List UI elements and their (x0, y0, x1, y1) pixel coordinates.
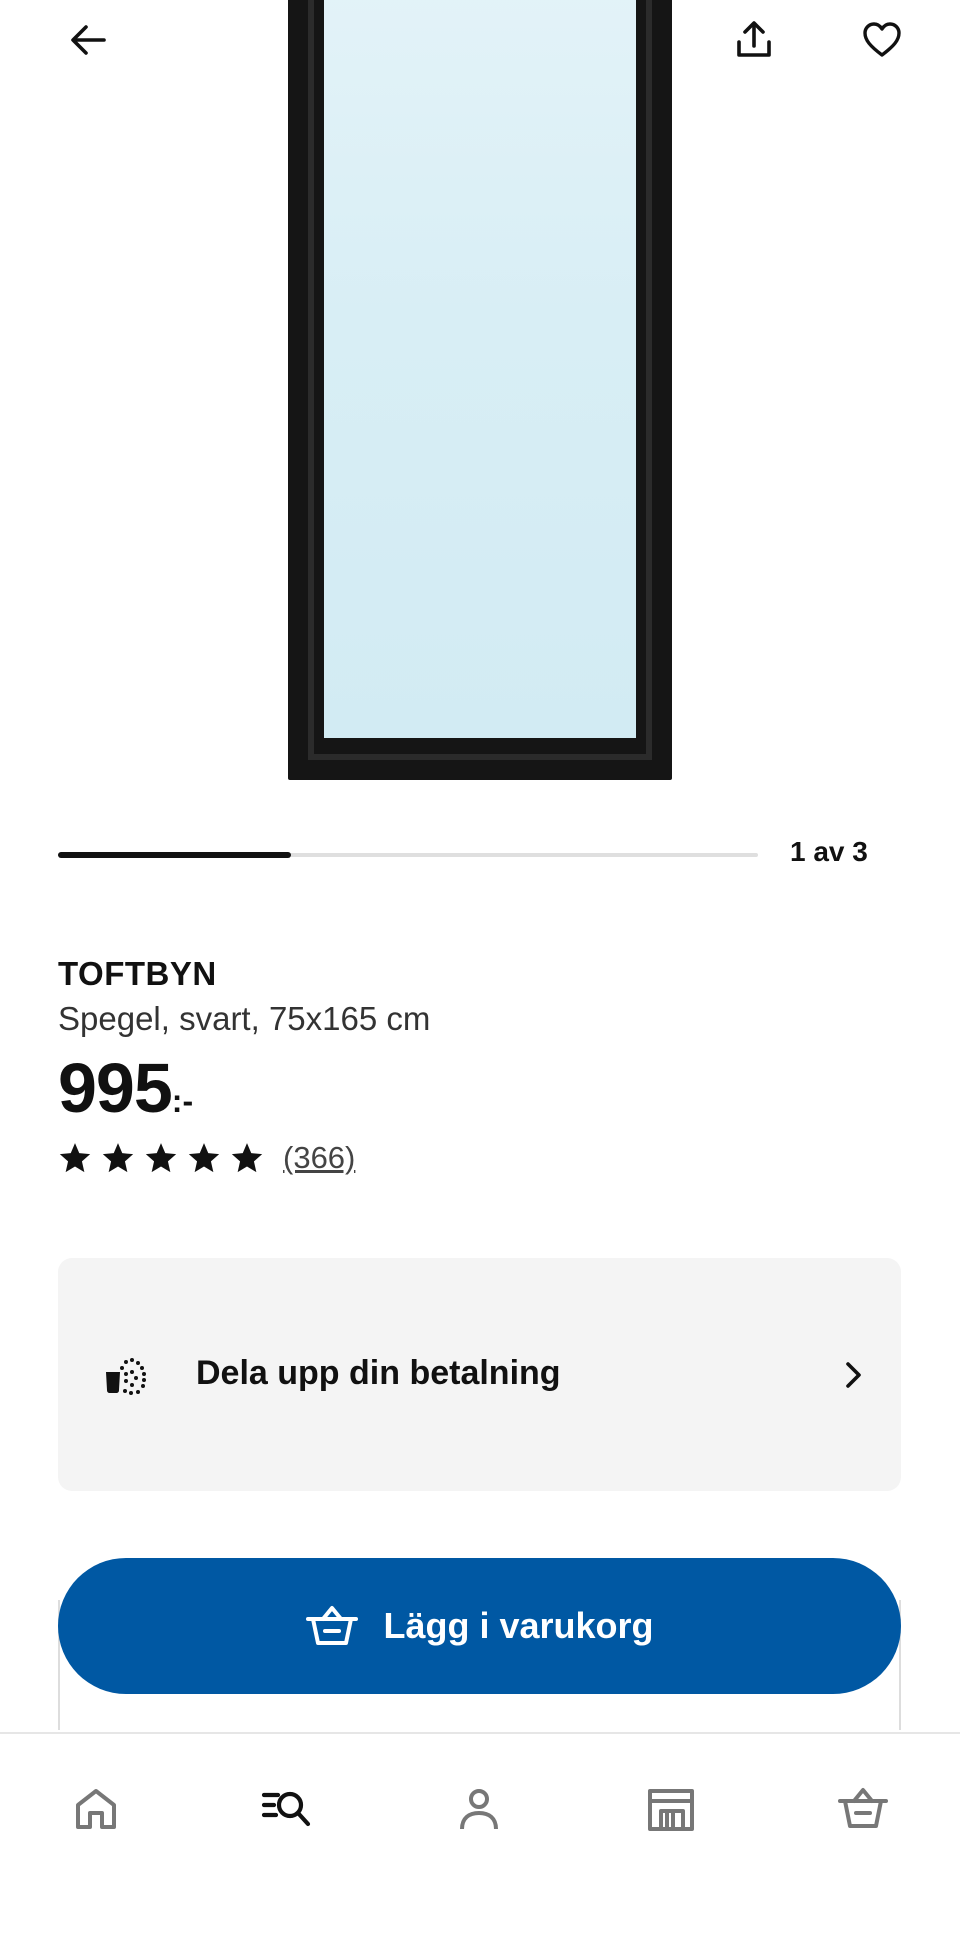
gallery-progress-fill (58, 852, 292, 858)
heart-outline-icon (863, 22, 901, 57)
split-payment-card[interactable]: Dela upp din betalning (58, 1258, 901, 1491)
profile-icon (460, 1789, 498, 1830)
basket-add-icon (306, 1606, 359, 1645)
star-icon (188, 1143, 220, 1173)
gallery-counter: 1 av 3 (790, 836, 868, 867)
share-upload-icon (737, 21, 771, 57)
star-icon (145, 1143, 177, 1173)
product-price: 995:- (58, 1048, 193, 1128)
split-payment-label: Dela upp din betalning (196, 1354, 561, 1392)
nav-cart[interactable] (828, 1774, 898, 1844)
rating-stars (58, 1141, 273, 1175)
store-icon (648, 1789, 694, 1831)
add-to-cart-label: Lägg i varukorg (383, 1605, 654, 1646)
mirror-picture (288, 0, 672, 780)
product-description: Spegel, svart, 75x165 cm (58, 1000, 431, 1037)
top-bar (0, 0, 960, 90)
nav-profile[interactable] (444, 1774, 514, 1844)
chevron-right-icon (846, 1362, 861, 1388)
star-icon (59, 1143, 91, 1173)
mirror-glass (324, 0, 636, 738)
star-icon (102, 1143, 134, 1173)
basket-icon (838, 1788, 888, 1828)
product-image[interactable] (0, 0, 960, 800)
home-icon (76, 1789, 116, 1829)
share-button[interactable] (722, 8, 786, 72)
product-rating[interactable]: (366) (58, 1140, 355, 1176)
back-button[interactable] (56, 8, 120, 72)
add-to-cart-button[interactable]: Lägg i varukorg (58, 1558, 901, 1694)
arrow-left-icon (71, 25, 106, 55)
nav-search[interactable] (252, 1774, 322, 1844)
nav-home[interactable] (61, 1774, 131, 1844)
split-payment-icon (106, 1358, 146, 1395)
star-icon (231, 1143, 263, 1173)
rating-count[interactable]: (366) (283, 1140, 355, 1176)
nav-store[interactable] (636, 1774, 706, 1844)
favorite-button[interactable] (850, 8, 914, 72)
product-name: TOFTBYN (58, 955, 217, 992)
gallery-progress (58, 852, 758, 858)
bottom-navigation (0, 1732, 960, 1937)
search-list-icon (261, 1791, 311, 1827)
price-suffix: :- (171, 1083, 194, 1119)
price-integer: 995 (58, 1049, 173, 1127)
